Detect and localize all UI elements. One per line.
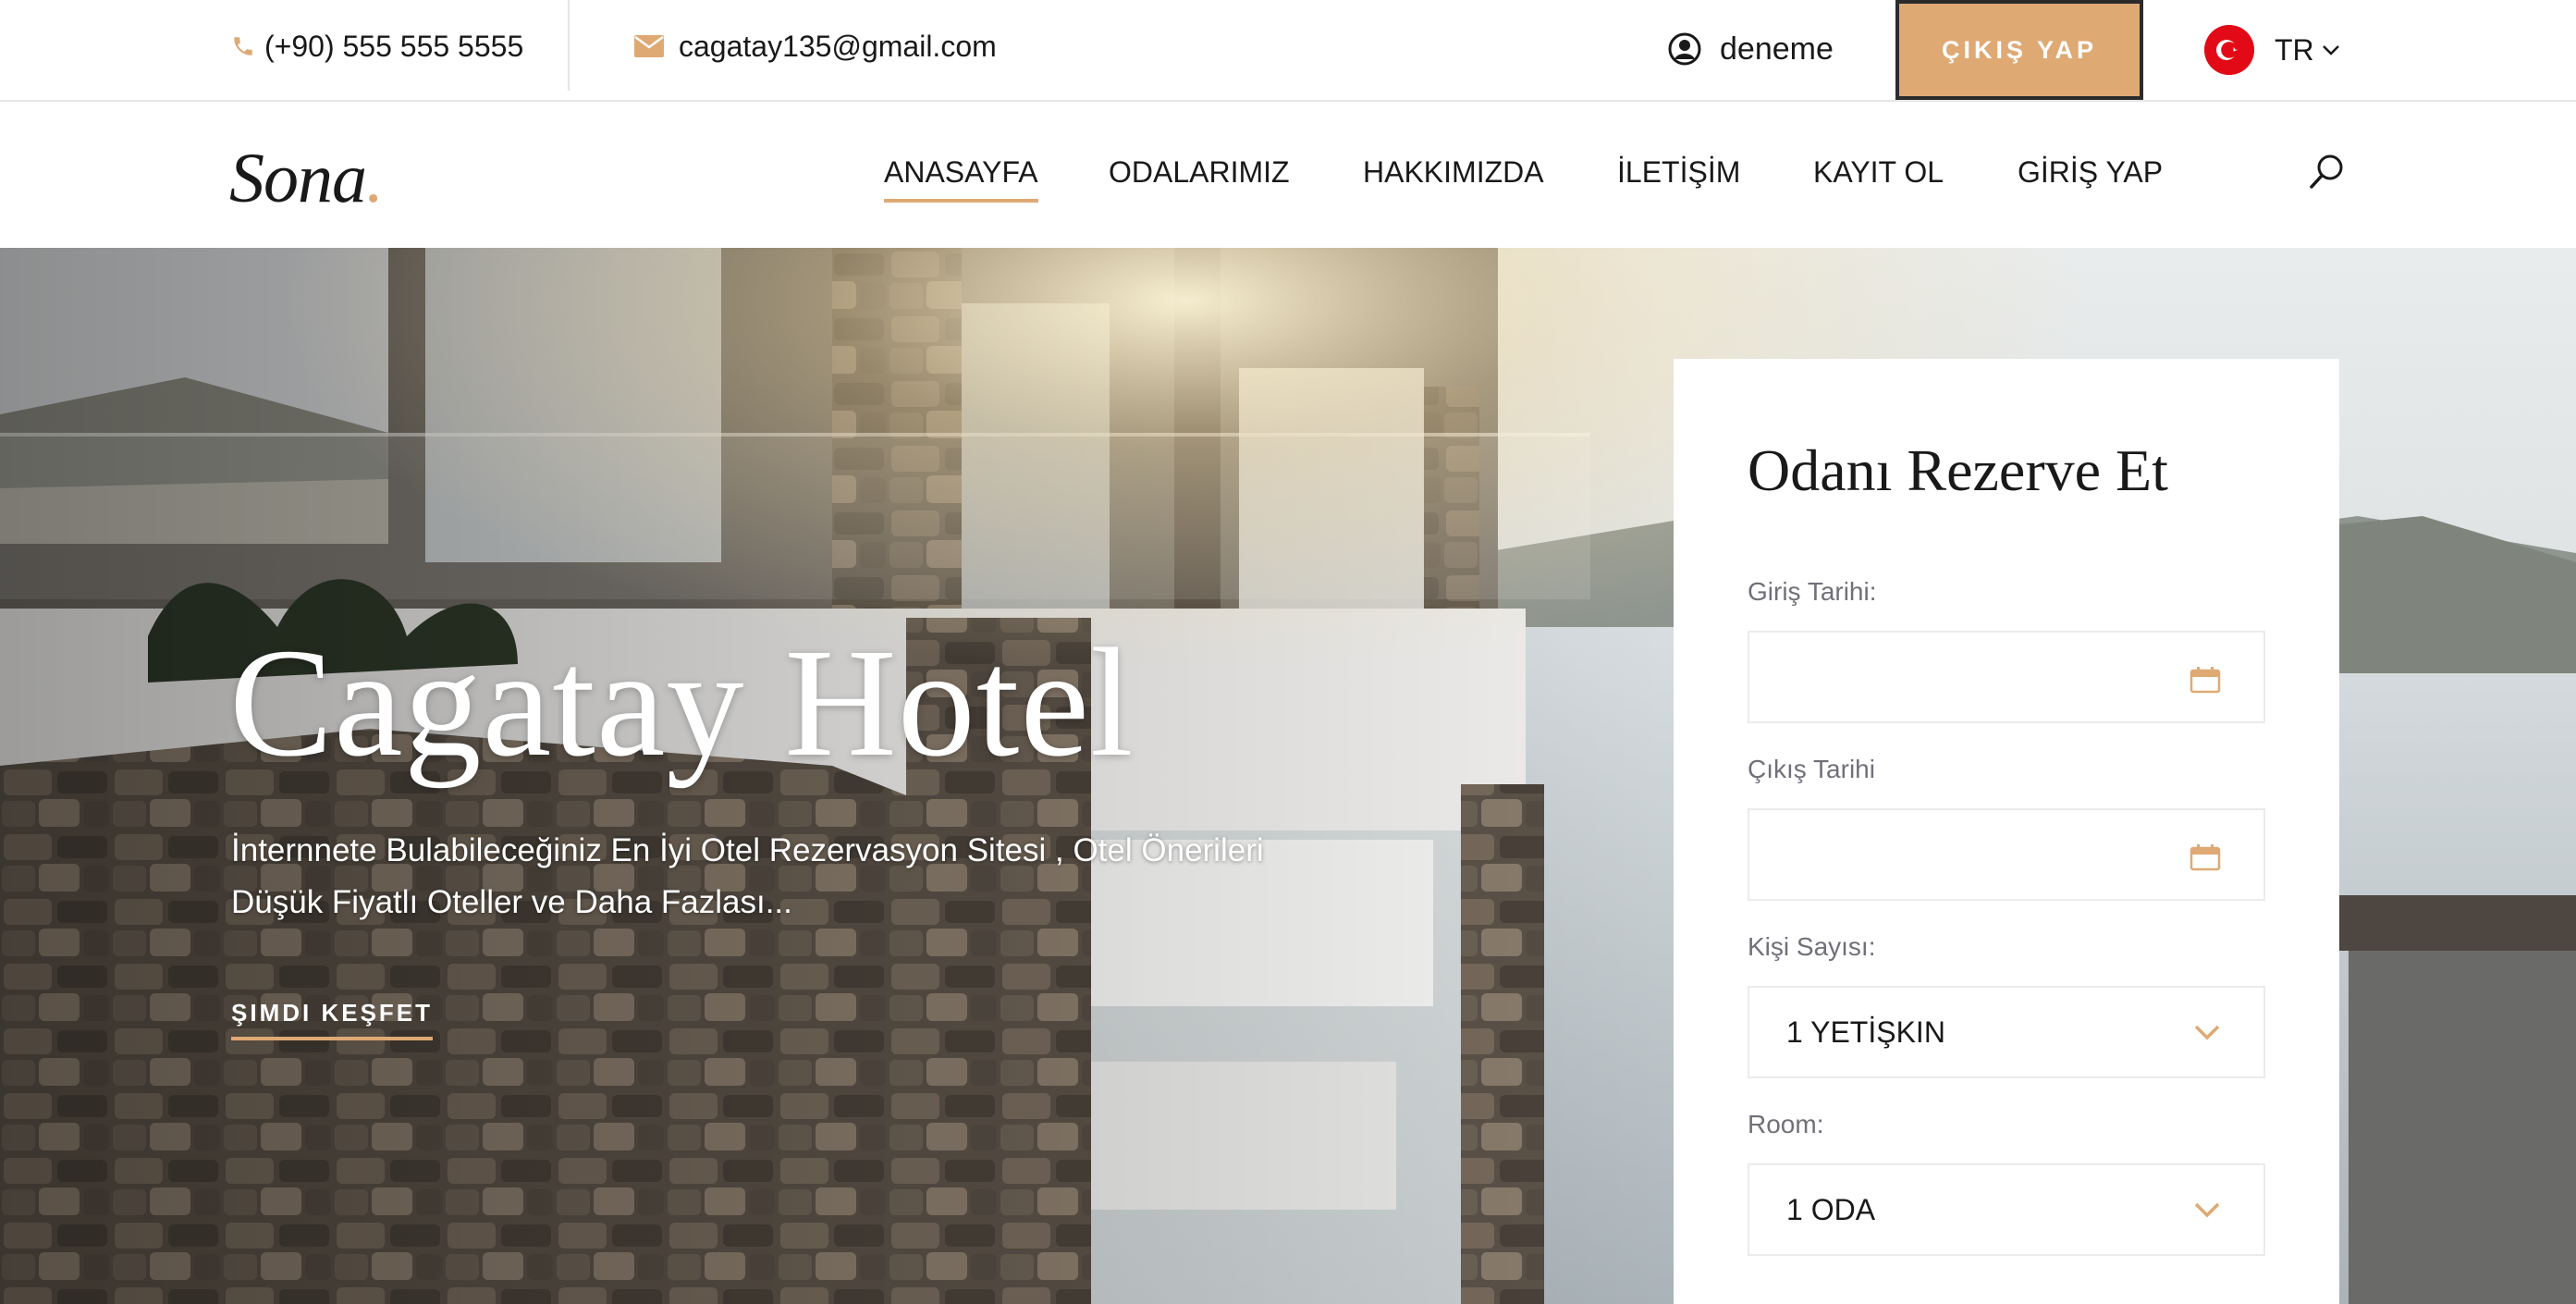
email-address: cagatay135@gmail.com bbox=[679, 29, 997, 63]
checkout-label: Çıkış Tarihi bbox=[1748, 755, 1875, 783]
phone-icon bbox=[234, 37, 252, 55]
checkin-label: Giriş Tarihi: bbox=[1748, 577, 1877, 606]
user-circle-icon bbox=[1668, 32, 1701, 66]
nav-item-about[interactable]: HAKKIMIZDA bbox=[1363, 155, 1544, 203]
logo-text: Sona bbox=[229, 140, 367, 217]
main-navbar: Sona. ANASAYFA ODALARIMIZ HAKKIMIZDA İLE… bbox=[0, 102, 2576, 248]
room-select[interactable]: 1 ODA bbox=[1748, 1163, 2265, 1256]
nav-item-register[interactable]: KAYIT OL bbox=[1813, 155, 1944, 203]
checkout-date-input[interactable] bbox=[1749, 810, 2263, 899]
hero-subtitle: İnternnete Bulabileceğiniz En İyi Otel R… bbox=[231, 832, 1264, 920]
turkey-flag-icon bbox=[2204, 25, 2254, 75]
guests-select[interactable]: 1 YETİŞKIN bbox=[1748, 986, 2265, 1078]
hero-section: Cagatay Hotel İnternnete Bulabileceğiniz… bbox=[0, 248, 2576, 1304]
guests-label: Kişi Sayısı: bbox=[1748, 932, 1876, 961]
phone-number: (+90) 555 555 5555 bbox=[264, 29, 524, 63]
chevron-down-icon bbox=[2194, 1025, 2220, 1040]
calendar-icon bbox=[2190, 667, 2221, 694]
checkin-date-input[interactable] bbox=[1749, 633, 2263, 721]
hero-title: Cagatay Hotel bbox=[229, 617, 1135, 789]
search-icon[interactable] bbox=[2306, 152, 2347, 192]
user-account[interactable]: deneme bbox=[1668, 0, 1834, 98]
top-bar: (+90) 555 555 5555 cagatay135@gmail.com … bbox=[0, 0, 2576, 102]
contact-email[interactable]: cagatay135@gmail.com bbox=[634, 0, 997, 92]
logout-button[interactable]: ÇIKIŞ YAP bbox=[1895, 0, 2143, 100]
language-selector[interactable]: TR bbox=[2204, 0, 2340, 100]
chevron-down-icon bbox=[2194, 1202, 2220, 1218]
nav-item-home[interactable]: ANASAYFA bbox=[884, 155, 1038, 203]
checkin-date-field[interactable] bbox=[1748, 631, 2265, 723]
contact-phone[interactable]: (+90) 555 555 5555 bbox=[231, 0, 523, 92]
room-selected-value: 1 ODA bbox=[1786, 1192, 1876, 1226]
checkout-date-field[interactable] bbox=[1748, 808, 2265, 901]
calendar-icon bbox=[2190, 844, 2221, 871]
username: deneme bbox=[1720, 31, 1834, 67]
nav-item-login[interactable]: GİRİŞ YAP bbox=[2018, 155, 2163, 203]
envelope-icon bbox=[634, 35, 664, 57]
logo-dot: . bbox=[366, 140, 384, 217]
discover-now-link[interactable]: ŞIMDI KEŞFET bbox=[231, 999, 434, 1040]
room-label: Room: bbox=[1748, 1110, 1824, 1138]
guests-selected-value: 1 YETİŞKIN bbox=[1786, 1015, 1945, 1049]
nav-item-rooms[interactable]: ODALARIMIZ bbox=[1109, 155, 1290, 203]
nav-item-contact[interactable]: İLETİŞİM bbox=[1617, 155, 1740, 203]
language-code: TR bbox=[2275, 32, 2314, 67]
booking-form: Odanı Rezerve Et Giriş Tarihi: Çıkış Tar… bbox=[1674, 359, 2339, 1304]
topbar-divider bbox=[568, 0, 570, 91]
site-logo[interactable]: Sona. bbox=[229, 139, 384, 219]
booking-title: Odanı Rezerve Et bbox=[1748, 437, 2168, 503]
chevron-down-icon bbox=[2322, 45, 2339, 55]
